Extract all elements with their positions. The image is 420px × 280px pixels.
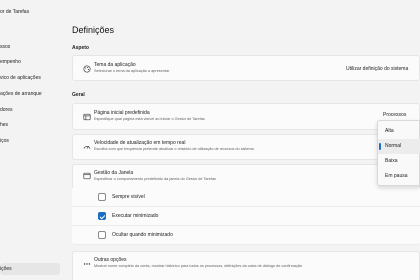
always-on-top-checkbox[interactable] (98, 193, 106, 201)
sidebar-item-details[interactable]: hes (0, 122, 8, 128)
more-icon (83, 263, 91, 265)
sidebar-item-processes[interactable]: ssos (0, 44, 10, 50)
option-hide-when-minimized[interactable]: Ocultar quando minimizado (72, 226, 420, 245)
run-minimized-label: Executar minimizado (112, 213, 159, 219)
section-title-general: Geral (72, 92, 85, 98)
settings-page: Definições Aspeto Tema da aplicação Sele… (64, 0, 420, 280)
section-title-appearance: Aspeto (72, 45, 89, 51)
hide-when-minimized-label: Ocultar quando minimizado (112, 232, 173, 238)
option-always-on-top[interactable]: Sempre visível (72, 188, 420, 207)
window-management-title: Gestão da Janela (94, 170, 134, 176)
sidebar-item-users[interactable]: dores (0, 107, 13, 113)
theme-card: Tema da aplicação Selecionar o tema da a… (72, 55, 420, 81)
update-speed-title: Velocidade de atualização em tempo real (94, 140, 186, 146)
option-run-minimized[interactable]: Executar minimizado (72, 207, 420, 226)
start-page-card: Página inicial predefinida Especifique q… (72, 103, 420, 130)
sidebar-item-settings[interactable]: ições (0, 263, 60, 275)
sidebar-item-app-history[interactable]: vico de aplicações (0, 75, 41, 81)
start-page-title: Página inicial predefinida (94, 110, 150, 116)
start-page-description: Especifique qual página está visível ao … (94, 117, 205, 121)
other-options-card[interactable]: Outras opções Mostrar nome completo da c… (72, 251, 420, 280)
other-options-description: Mostrar nome completo da conta, mostrar … (94, 264, 303, 268)
update-speed-dropdown-menu: Alta Normal Baixa Em pausa (377, 120, 420, 186)
always-on-top-label: Sempre visível (112, 194, 145, 200)
update-speed-description: Escolha com que frequência pretende atua… (94, 147, 254, 151)
start-page-dropdown[interactable]: Processos (383, 112, 406, 118)
page-icon (83, 113, 91, 121)
speed-option-paused[interactable]: Em pausa (378, 169, 420, 184)
run-minimized-checkbox[interactable] (98, 212, 106, 220)
other-options-title: Outras opções (94, 257, 127, 263)
palette-icon (83, 65, 91, 73)
hide-when-minimized-checkbox[interactable] (98, 231, 106, 239)
sidebar-item-performance[interactable]: empenho (0, 59, 21, 65)
window-icon (83, 172, 91, 180)
app-title: or de Tarefas (0, 9, 30, 15)
theme-dropdown[interactable]: Utilizar definição do sistema (346, 66, 408, 72)
speed-option-normal[interactable]: Normal (378, 139, 420, 154)
update-speed-card: Velocidade de atualização em tempo real … (72, 134, 420, 160)
theme-title: Tema da aplicação (94, 62, 136, 68)
page-title: Definições (72, 25, 115, 35)
theme-description: Selecionar o tema da aplicação a apresen… (94, 69, 170, 73)
speed-option-low[interactable]: Baixa (378, 154, 420, 169)
speedometer-icon (83, 145, 91, 149)
sidebar: ssos empenho vico de aplicações ações de… (0, 24, 64, 280)
sidebar-item-services[interactable]: iços (0, 138, 9, 144)
window-management-description: Especificar o comportamento predefinido … (94, 177, 216, 181)
window-management-card[interactable]: Gestão da Janela Especificar o comportam… (72, 164, 420, 188)
speed-option-high[interactable]: Alta (378, 124, 420, 139)
sidebar-item-startup-apps[interactable]: ações de arranque (0, 91, 42, 97)
